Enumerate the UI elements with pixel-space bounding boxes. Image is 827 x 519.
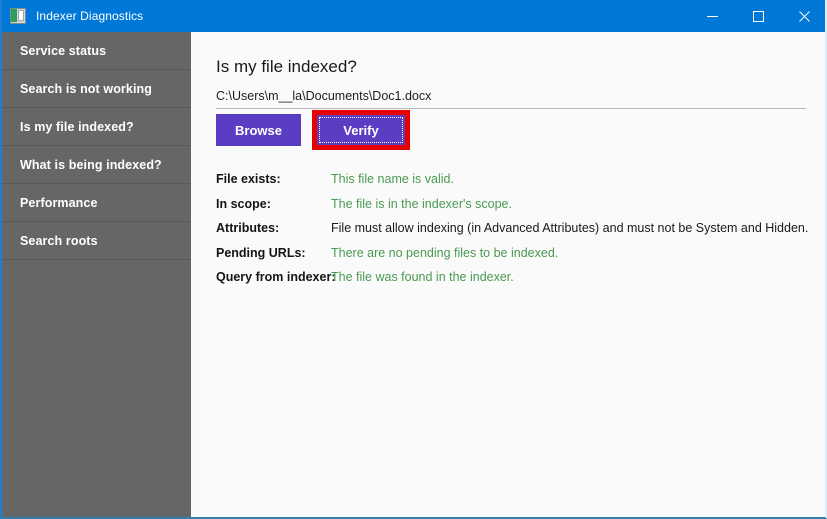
result-value-pending-urls: There are no pending files to be indexed… — [331, 245, 559, 260]
result-row: File exists: This file name is valid. — [216, 172, 813, 186]
result-label-pending-urls: Pending URLs: — [216, 245, 306, 260]
result-row: Attributes: File must allow indexing (in… — [216, 221, 813, 235]
verify-button-highlight: Verify — [312, 110, 410, 150]
sidebar-item-label: What is being indexed? — [20, 157, 162, 172]
result-row: In scope: The file is in the indexer's s… — [216, 197, 813, 211]
result-row: Pending URLs: There are no pending files… — [216, 246, 813, 260]
result-value-file-exists: This file name is valid. — [331, 172, 454, 186]
result-label-attributes: Attributes: — [216, 221, 280, 235]
sidebar-item-search-roots[interactable]: Search roots — [2, 222, 191, 260]
result-label-query-from-indexer: Query from indexer: — [216, 270, 336, 284]
sidebar-item-label: Performance — [20, 195, 98, 210]
sidebar-nav: Service status Search is not working Is … — [2, 32, 191, 517]
browse-button[interactable]: Browse — [216, 114, 301, 146]
window-controls — [689, 0, 825, 32]
sidebar-item-label: Search roots — [20, 233, 98, 248]
window-title: Indexer Diagnostics — [36, 9, 144, 23]
path-divider — [216, 108, 806, 109]
verification-results: File exists: This file name is valid. In… — [216, 172, 813, 295]
sidebar-item-label: Service status — [20, 43, 107, 58]
main-content: Is my file indexed? C:\Users\m__la\Docum… — [191, 32, 825, 517]
sidebar-item-service-status[interactable]: Service status — [2, 32, 191, 70]
sidebar-item-what-is-being-indexed[interactable]: What is being indexed? — [2, 146, 191, 184]
sidebar-item-label: Search is not working — [20, 81, 152, 96]
sidebar-item-label: Is my file indexed? — [20, 119, 134, 134]
file-path-value[interactable]: C:\Users\m__la\Documents\Doc1.docx — [216, 89, 431, 103]
page-title: Is my file indexed? — [216, 57, 357, 76]
sidebar-item-performance[interactable]: Performance — [2, 184, 191, 222]
app-window: Indexer Diagnostics Service status Searc… — [0, 0, 827, 519]
sidebar-item-is-my-file-indexed[interactable]: Is my file indexed? — [2, 108, 191, 146]
title-bar: Indexer Diagnostics — [2, 0, 825, 32]
result-value-attributes: File must allow indexing (in Advanced At… — [331, 221, 809, 235]
indexer-app-icon — [10, 8, 26, 24]
maximize-icon[interactable] — [735, 0, 781, 32]
result-label-file-exists: File exists: — [216, 172, 281, 186]
result-value-in-scope: The file is in the indexer's scope. — [331, 196, 512, 211]
result-row: Query from indexer: The file was found i… — [216, 270, 813, 284]
close-icon[interactable] — [781, 0, 825, 32]
result-label-in-scope: In scope: — [216, 196, 271, 211]
minimize-icon[interactable] — [689, 0, 735, 32]
result-value-query-from-indexer: The file was found in the indexer. — [331, 270, 514, 284]
sidebar-item-search-is-not-working[interactable]: Search is not working — [2, 70, 191, 108]
verify-button[interactable]: Verify — [317, 115, 405, 145]
